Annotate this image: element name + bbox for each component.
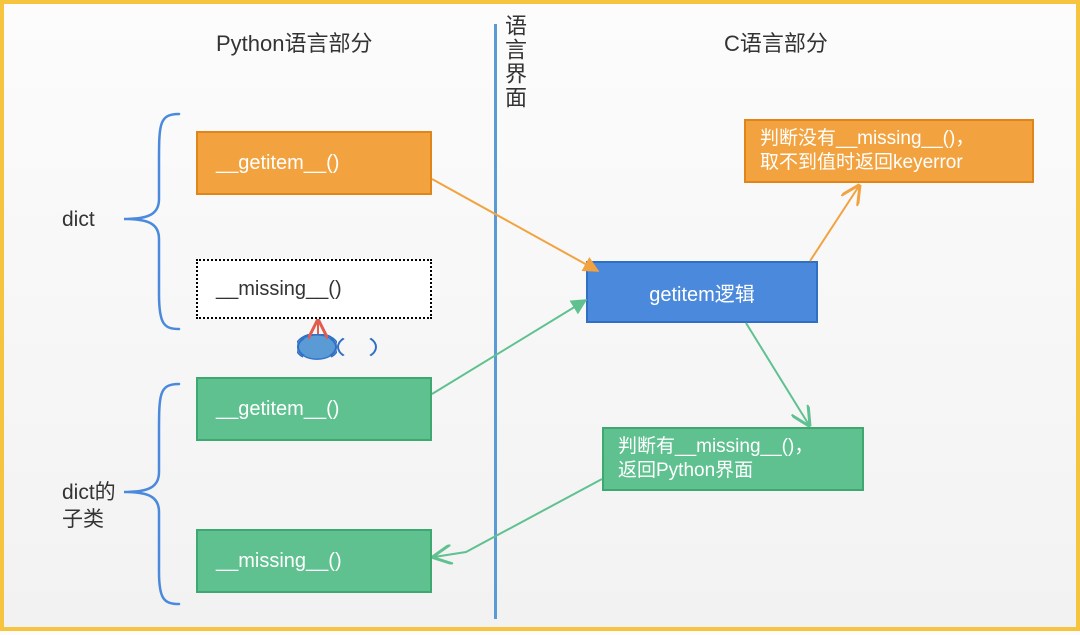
language-boundary-line xyxy=(494,24,497,619)
has-missing-result-box: 判断有__missing__()， 返回Python界面 xyxy=(602,427,864,491)
braces-overlay xyxy=(4,4,1080,635)
arrow-logic-to-orange-result xyxy=(810,186,859,261)
getitem-dict-box: __getitem__() xyxy=(196,131,432,195)
arrow-logic-to-green-result xyxy=(746,323,809,425)
has-missing-result-line2: 返回Python界面 xyxy=(618,459,813,483)
arrow-orange-to-logic xyxy=(432,179,598,271)
language-boundary-label: 语言界面 xyxy=(498,14,530,110)
has-missing-result-line1: 判断有__missing__()， xyxy=(618,435,813,459)
python-side-heading: Python语言部分 xyxy=(216,26,373,58)
getitem-logic-box: getitem逻辑 xyxy=(586,261,818,323)
arrows-overlay xyxy=(4,4,1080,635)
not-found-marker xyxy=(297,334,337,360)
missing-dict-dotted-box: __missing__() xyxy=(196,259,432,319)
missing-subclass-box: __missing__() xyxy=(196,529,432,593)
dict-subclass-label: dict的 子类 xyxy=(62,479,116,534)
arrow-green-to-logic xyxy=(432,300,586,394)
no-missing-result-box: 判断没有__missing__()， 取不到值时返回keyerror xyxy=(744,119,1034,183)
getitem-subclass-box: __getitem__() xyxy=(196,377,432,441)
dict-subclass-label-line2: 子类 xyxy=(62,506,116,533)
no-missing-result-line2: 取不到值时返回keyerror xyxy=(760,151,974,175)
dict-label: dict xyxy=(62,206,95,233)
dict-subclass-label-line1: dict的 xyxy=(62,479,116,506)
arrow-green-result-to-missing xyxy=(434,479,602,557)
no-missing-result-line1: 判断没有__missing__()， xyxy=(760,127,974,151)
c-side-heading: C语言部分 xyxy=(724,26,828,58)
